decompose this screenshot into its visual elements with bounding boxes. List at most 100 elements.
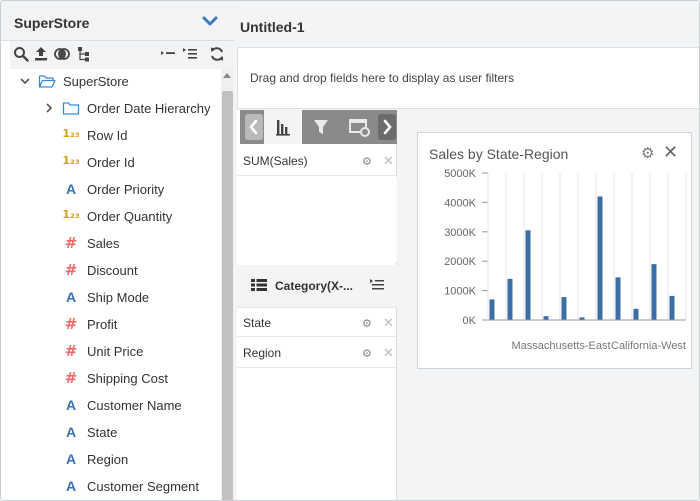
panel-toolbar xyxy=(10,41,234,69)
report-canvas: Untitled-1 Drag and drop fields here to … xyxy=(234,1,699,500)
number-type-icon: 1₂₃ xyxy=(62,127,80,140)
scroll-thumb[interactable] xyxy=(222,91,233,500)
gear-icon[interactable]: ⚙ xyxy=(362,155,372,168)
y-tick-label: 2000K xyxy=(444,256,476,268)
filter-placeholder: Drag and drop fields here to display as … xyxy=(250,71,515,85)
bar[interactable] xyxy=(633,308,639,320)
tree-item[interactable]: A Ship Mode xyxy=(10,285,221,309)
bar[interactable] xyxy=(669,295,675,320)
measure-type-icon: # xyxy=(64,261,78,279)
value-dropzone[interactable] xyxy=(237,177,397,262)
category-label: Category(X-... xyxy=(275,279,354,293)
bar[interactable] xyxy=(561,297,567,320)
binding-tabs xyxy=(240,110,397,144)
upload-icon[interactable] xyxy=(33,46,49,62)
tab-chart-data[interactable] xyxy=(264,110,302,144)
value-field-row[interactable]: SUM(Sales) ⚙ ✕ xyxy=(237,146,397,176)
collapse-all-icon[interactable] xyxy=(160,46,176,62)
gear-icon[interactable]: ⚙ xyxy=(362,317,372,330)
app-window: SuperStore SuperStore Order Date Hierarc… xyxy=(0,0,700,501)
tree-item[interactable]: # Shipping Cost xyxy=(10,366,221,390)
text-type-icon: A xyxy=(65,424,77,440)
tree-item[interactable]: 1₂₃ Order Quantity xyxy=(10,204,221,228)
tree-item-label: Order Date Hierarchy xyxy=(87,101,211,116)
close-icon[interactable]: ✕ xyxy=(383,315,394,331)
text-type-icon: A xyxy=(65,478,77,494)
bar[interactable] xyxy=(543,316,549,320)
tab-filter[interactable] xyxy=(302,110,340,144)
bar[interactable] xyxy=(651,264,657,320)
bar-chart-icon xyxy=(276,120,290,136)
tree-item[interactable]: 1₂₃ Order Id xyxy=(10,150,221,174)
tree-item[interactable]: A Customer Name xyxy=(10,393,221,417)
x-tick-label: California-West xyxy=(611,340,686,352)
chevron-down-icon[interactable] xyxy=(202,15,218,27)
tree-item-label: Customer Segment xyxy=(87,479,199,494)
gear-icon[interactable]: ⚙ xyxy=(362,347,372,360)
chevron-right-icon xyxy=(383,119,392,135)
tree-item[interactable]: # Discount xyxy=(10,258,221,282)
category-field-label: Region xyxy=(243,346,282,360)
close-icon[interactable]: ✕ xyxy=(383,153,394,169)
text-type-icon: A xyxy=(65,181,77,197)
value-field-label: SUM(Sales) xyxy=(243,154,308,168)
chevron-down-icon[interactable] xyxy=(20,75,30,87)
expand-all-icon[interactable] xyxy=(182,46,198,62)
tree-item[interactable]: # Profit xyxy=(10,312,221,336)
user-filter-dropzone[interactable]: Drag and drop fields here to display as … xyxy=(237,47,699,109)
tree-item[interactable]: 1₂₃ Row Id xyxy=(10,123,221,147)
category-header: Category(X-... xyxy=(237,265,397,307)
category-field-row-state[interactable]: State ⚙ ✕ xyxy=(237,307,397,337)
panel-header: SuperStore xyxy=(1,1,234,41)
tree-item[interactable]: A Order Priority xyxy=(10,177,221,201)
tree-item[interactable]: # Sales xyxy=(10,231,221,255)
chevron-right-icon[interactable] xyxy=(44,102,54,114)
tree-item[interactable]: # Unit Price xyxy=(10,339,221,363)
chevron-left-icon xyxy=(249,119,258,135)
filter-icon xyxy=(314,120,328,134)
tree-item-label: Order Quantity xyxy=(87,209,173,224)
y-tick-label: 3000K xyxy=(444,227,476,239)
format-settings-icon xyxy=(349,119,370,137)
bar[interactable] xyxy=(525,230,531,320)
search-icon[interactable] xyxy=(13,46,29,62)
hierarchy-icon[interactable] xyxy=(76,46,92,62)
join-icon[interactable] xyxy=(54,46,70,62)
close-icon[interactable]: ✕ xyxy=(663,142,678,163)
chart-card[interactable]: Sales by State-Region ⚙ ✕ 5000K 4000K 3000… xyxy=(417,132,692,369)
bar[interactable] xyxy=(507,278,513,320)
sort-options-icon[interactable] xyxy=(370,279,384,292)
bar[interactable] xyxy=(489,299,495,320)
field-tree: SuperStore Order Date Hierarchy 1₂₃ Row Id 1… xyxy=(10,69,221,500)
tab-format[interactable] xyxy=(340,110,378,144)
data-source-title: SuperStore xyxy=(14,15,90,31)
tabs-next-button[interactable] xyxy=(378,114,396,140)
tree-item-label: Sales xyxy=(87,236,120,251)
bar[interactable] xyxy=(597,196,603,320)
scroll-up-arrow[interactable] xyxy=(223,73,231,78)
x-tick-label: Massachusetts-East xyxy=(511,340,610,352)
bar[interactable] xyxy=(615,277,621,320)
tree-item[interactable]: A Customer Segment xyxy=(10,474,221,498)
text-type-icon: A xyxy=(65,397,77,413)
refresh-icon[interactable] xyxy=(209,46,225,62)
chart-title: Sales by State-Region xyxy=(429,146,569,162)
tree-item[interactable]: A State xyxy=(10,420,221,444)
tree-item[interactable]: SuperStore xyxy=(10,69,221,93)
data-source-panel: SuperStore SuperStore Order Date Hierarc… xyxy=(1,1,234,500)
tabs-prev-button[interactable] xyxy=(245,114,263,140)
tree-scrollbar[interactable] xyxy=(221,69,234,500)
gear-icon[interactable]: ⚙ xyxy=(641,144,654,162)
tree-item[interactable]: A Region xyxy=(10,447,221,471)
tree-item-label: Shipping Cost xyxy=(87,371,168,386)
tree-item-label: Discount xyxy=(87,263,138,278)
tree-item-label: SuperStore xyxy=(63,74,129,89)
measure-type-icon: # xyxy=(64,234,78,252)
tree-item[interactable]: Order Date Hierarchy xyxy=(10,96,221,120)
tree-item-label: Unit Price xyxy=(87,344,144,359)
category-field-row-region[interactable]: Region ⚙ ✕ xyxy=(237,338,397,368)
folder-icon xyxy=(62,102,80,115)
y-tick-label: 5000K xyxy=(444,169,476,180)
close-icon[interactable]: ✕ xyxy=(383,345,394,361)
measure-type-icon: # xyxy=(64,369,78,387)
